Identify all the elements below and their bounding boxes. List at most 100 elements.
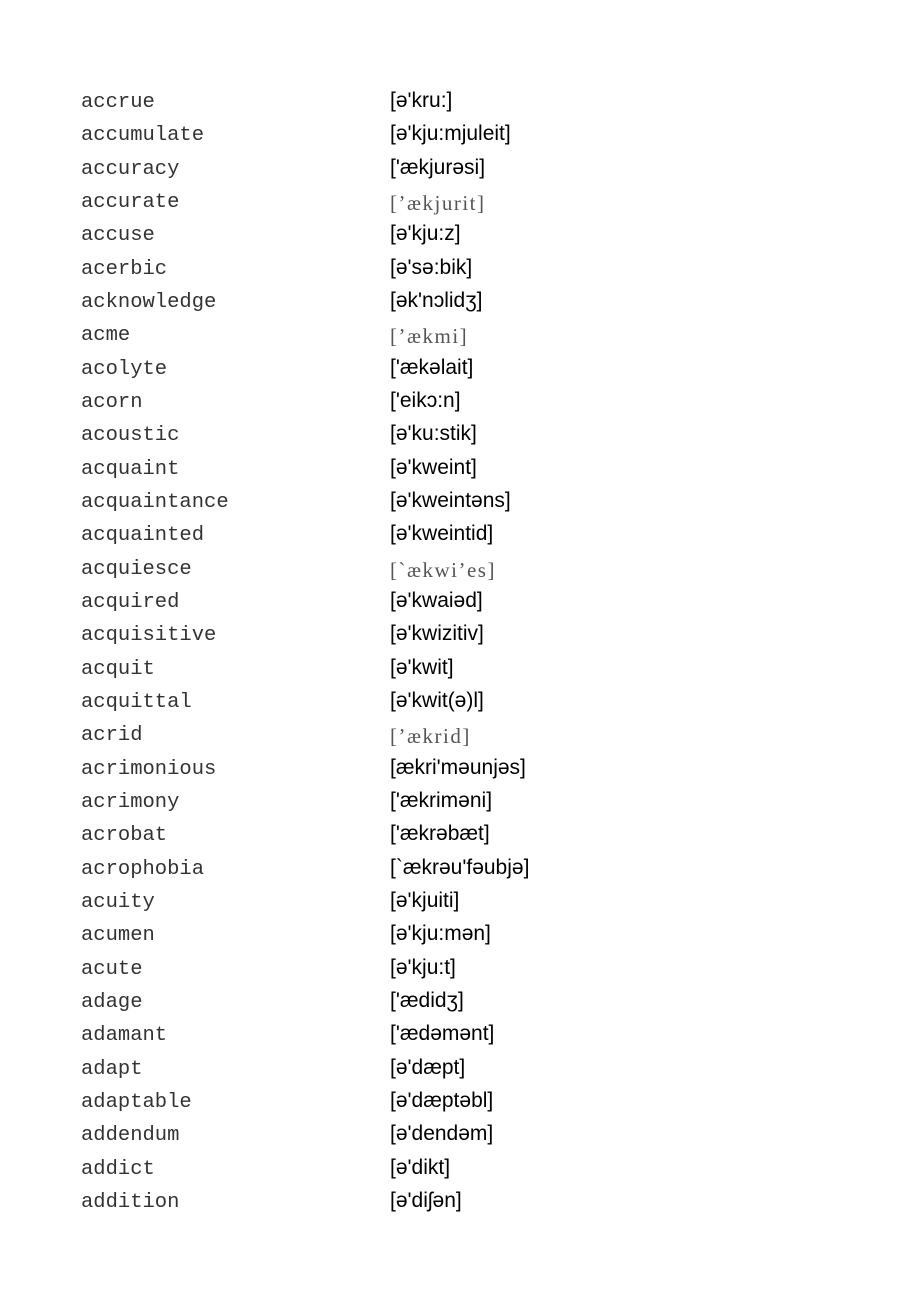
list-item: acute [ə'kju:t] bbox=[0, 954, 920, 987]
list-item: accuse [ə'kju:z] bbox=[0, 220, 920, 253]
list-item: acrid [’ækrid] bbox=[0, 720, 920, 753]
phonetic-transcription: [ə'kweintəns] bbox=[390, 488, 511, 512]
vocabulary-word: acrimonious bbox=[81, 757, 217, 781]
vocabulary-word: acquaintance bbox=[81, 490, 229, 514]
vocabulary-word: acquit bbox=[81, 657, 155, 681]
phonetic-transcription: ['ækriməni] bbox=[390, 788, 493, 812]
phonetic-transcription: [ə'kwit] bbox=[390, 655, 454, 679]
phonetic-transcription: [ə'sə:bik] bbox=[390, 255, 473, 279]
phonetic-transcription: [ə'kju:z] bbox=[390, 222, 461, 246]
phonetic-transcription: [’ækjurit] bbox=[390, 190, 486, 215]
vocabulary-word: adapt bbox=[81, 1057, 143, 1081]
list-item: accrue [ə'kru:] bbox=[0, 87, 920, 120]
phonetic-transcription: [’ækrid] bbox=[390, 724, 471, 749]
vocabulary-word: acquired bbox=[81, 590, 180, 614]
vocabulary-word: accuracy bbox=[81, 157, 180, 181]
list-item: adapt [ə'dæpt] bbox=[0, 1054, 920, 1087]
phonetic-transcription: [ə'kju:mən] bbox=[390, 922, 491, 946]
vocabulary-word: acrid bbox=[81, 724, 143, 748]
vocabulary-word: acquittal bbox=[81, 690, 192, 714]
vocabulary-word: addict bbox=[81, 1157, 155, 1181]
list-item: addict [ə'dikt] bbox=[0, 1154, 920, 1187]
phonetic-transcription: [ə'kwizitiv] bbox=[390, 622, 484, 646]
list-item: acquiesce [`ækwi’es] bbox=[0, 554, 920, 587]
phonetic-transcription: ['ædəmənt] bbox=[390, 1022, 495, 1046]
phonetic-transcription: [ək'nɔlidʒ] bbox=[390, 288, 483, 312]
phonetic-transcription: ['eikɔ:n] bbox=[390, 388, 461, 412]
vocabulary-word: acrophobia bbox=[81, 857, 205, 881]
list-item: acme [’ækmi] bbox=[0, 320, 920, 353]
list-item: accurate [’ækjurit] bbox=[0, 187, 920, 220]
list-item: acquired [ə'kwaiəd] bbox=[0, 587, 920, 620]
list-item: accumulate [ə'kju:mjuleit] bbox=[0, 120, 920, 153]
list-item: adamant ['ædəmənt] bbox=[0, 1020, 920, 1053]
vocabulary-word: acknowledge bbox=[81, 290, 217, 314]
phonetic-transcription: [ə'kru:] bbox=[390, 89, 453, 112]
vocabulary-word: acoustic bbox=[81, 424, 180, 448]
list-item: acrophobia [`ækrəu'fəubjə] bbox=[0, 854, 920, 887]
list-item: acumen [ə'kju:mən] bbox=[0, 920, 920, 953]
phonetic-transcription: ['ækəlait] bbox=[390, 355, 474, 379]
vocabulary-word: accurate bbox=[81, 190, 180, 214]
list-item: acoustic [ə'ku:stik] bbox=[0, 420, 920, 453]
list-item: acknowledge [ək'nɔlidʒ] bbox=[0, 287, 920, 320]
vocabulary-word: accuse bbox=[81, 224, 155, 248]
vocabulary-word: addendum bbox=[81, 1124, 180, 1148]
list-item: addition [ə'diʃən] bbox=[0, 1187, 920, 1220]
vocabulary-word: acquaint bbox=[81, 457, 180, 481]
list-item: acuity [ə'kjuiti] bbox=[0, 887, 920, 920]
phonetic-transcription: [ə'dæptəbl] bbox=[390, 1088, 494, 1112]
vocabulary-word: acolyte bbox=[81, 357, 168, 381]
phonetic-transcription: ['ædidʒ] bbox=[390, 988, 464, 1012]
phonetic-transcription: [ə'kju:mjuleit] bbox=[390, 122, 511, 146]
phonetic-transcription: [ə'dendəm] bbox=[390, 1122, 494, 1146]
phonetic-transcription: ['ækjurəsi] bbox=[390, 155, 486, 179]
vocabulary-word: acumen bbox=[81, 924, 155, 948]
vocabulary-word: acquainted bbox=[81, 524, 205, 548]
vocabulary-word: accumulate bbox=[81, 124, 205, 148]
vocabulary-list: accrue [ə'kru:] accumulate [ə'kju:mjuleit] a… bbox=[0, 87, 920, 1220]
list-item: adaptable [ə'dæptəbl] bbox=[0, 1087, 920, 1120]
vocabulary-word: acquiesce bbox=[81, 557, 192, 581]
phonetic-transcription: [ə'dæpt] bbox=[390, 1055, 466, 1079]
phonetic-transcription: ['ækrəbæt] bbox=[390, 822, 490, 846]
list-item: acquainted [ə'kweintid] bbox=[0, 520, 920, 553]
list-item: acorn ['eikɔ:n] bbox=[0, 387, 920, 420]
list-item: acrimonious [ækri'məunjəs] bbox=[0, 754, 920, 787]
vocabulary-word: acquisitive bbox=[81, 624, 217, 648]
phonetic-transcription: [’ækmi] bbox=[390, 324, 469, 349]
phonetic-transcription: [ə'kweint] bbox=[390, 455, 477, 479]
list-item: acrobat ['ækrəbæt] bbox=[0, 820, 920, 853]
list-item: accuracy ['ækjurəsi] bbox=[0, 154, 920, 187]
phonetic-transcription: [`ækwi’es] bbox=[390, 557, 496, 582]
list-item: adage ['ædidʒ] bbox=[0, 987, 920, 1020]
list-item: acrimony ['ækriməni] bbox=[0, 787, 920, 820]
vocabulary-word: acute bbox=[81, 957, 143, 981]
phonetic-transcription: [`ækrəu'fəubjə] bbox=[390, 855, 530, 879]
list-item: addendum [ə'dendəm] bbox=[0, 1120, 920, 1153]
vocabulary-word: adage bbox=[81, 990, 143, 1014]
list-item: acerbic [ə'sə:bik] bbox=[0, 254, 920, 287]
list-item: acquaint [ə'kweint] bbox=[0, 454, 920, 487]
phonetic-transcription: [ə'kju:t] bbox=[390, 955, 456, 979]
vocabulary-word: acuity bbox=[81, 890, 155, 914]
list-item: acquittal [ə'kwit(ə)l] bbox=[0, 687, 920, 720]
list-item: acolyte ['ækəlait] bbox=[0, 354, 920, 387]
vocabulary-word: acerbic bbox=[81, 257, 168, 281]
phonetic-transcription: [ə'kwit(ə)l] bbox=[390, 688, 484, 712]
vocabulary-word: acme bbox=[81, 324, 131, 348]
vocabulary-word: acrobat bbox=[81, 824, 168, 848]
list-item: acquisitive [ə'kwizitiv] bbox=[0, 620, 920, 653]
vocabulary-word: accrue bbox=[81, 91, 155, 114]
vocabulary-word: adamant bbox=[81, 1024, 168, 1048]
vocabulary-word: adaptable bbox=[81, 1090, 192, 1114]
phonetic-transcription: [ə'ku:stik] bbox=[390, 422, 477, 446]
phonetic-transcription: [ə'kjuiti] bbox=[390, 888, 460, 912]
list-item: acquit [ə'kwit] bbox=[0, 654, 920, 687]
vocabulary-word: acrimony bbox=[81, 790, 180, 814]
phonetic-transcription: [ækri'məunjəs] bbox=[390, 755, 526, 779]
vocabulary-word: acorn bbox=[81, 390, 143, 414]
phonetic-transcription: [ə'dikt] bbox=[390, 1155, 451, 1179]
phonetic-transcription: [ə'diʃən] bbox=[390, 1188, 462, 1212]
vocabulary-word: addition bbox=[81, 1190, 180, 1214]
